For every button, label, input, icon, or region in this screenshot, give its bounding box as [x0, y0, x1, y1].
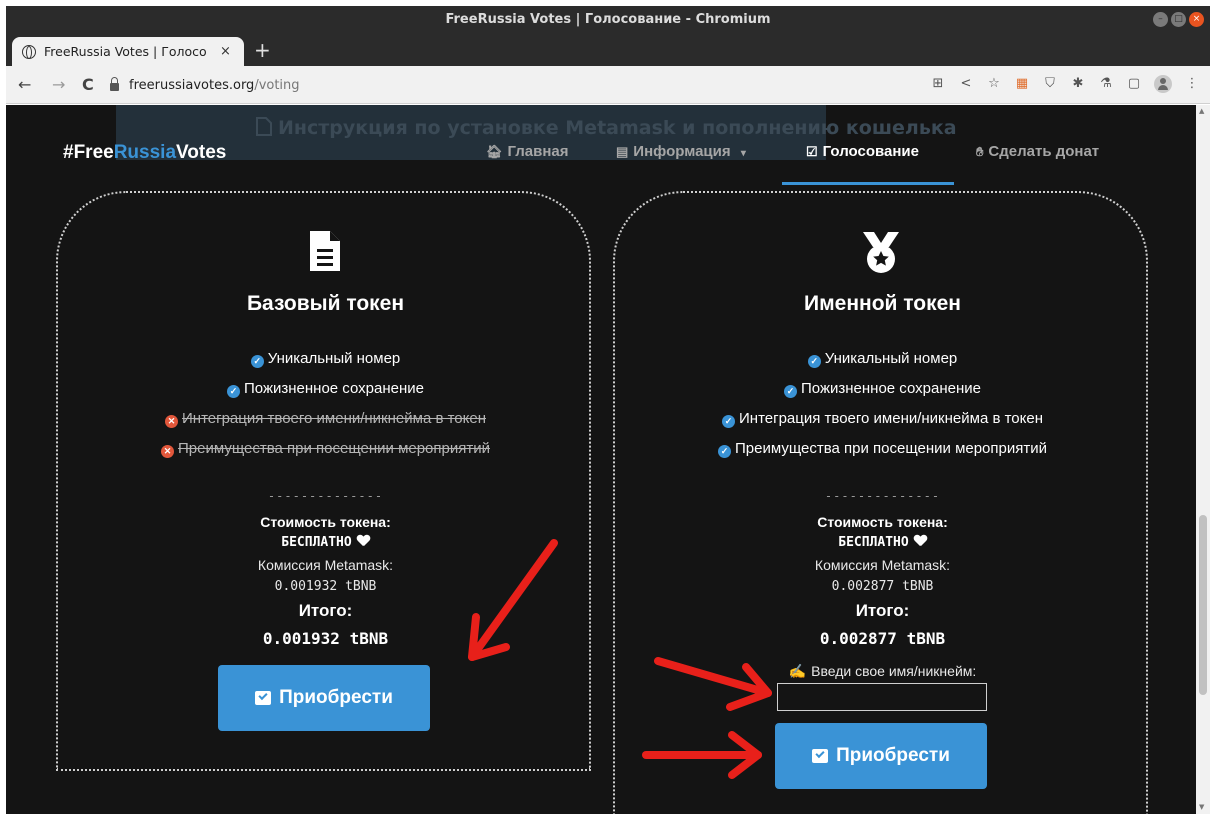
url-path: /voting	[254, 77, 300, 93]
red-arrow	[654, 657, 772, 711]
page-viewport: Инструкция по установке Metamask и попол…	[6, 105, 1196, 814]
minimize-button[interactable]: –	[1153, 12, 1168, 27]
window-title: FreeRussia Votes | Голосование - Chromiu…	[445, 12, 771, 27]
red-arrow	[468, 539, 558, 661]
back-button[interactable]: ←	[18, 75, 31, 94]
side-panel-icon[interactable]: ▢	[1126, 76, 1142, 92]
reload-button[interactable]: C	[82, 75, 94, 94]
page-scrollbar[interactable]: ▲ ▼	[1196, 105, 1210, 814]
window-controls: – □ ×	[1153, 12, 1204, 27]
profile-avatar-icon[interactable]	[1154, 75, 1172, 93]
browser-tab[interactable]: FreeRussia Votes | Голосо ×	[12, 37, 244, 66]
url-text: freerussiavotes.org/voting	[129, 78, 300, 93]
globe-icon	[22, 44, 36, 59]
window-titlebar: FreeRussia Votes | Голосование - Chromiu…	[6, 6, 1210, 34]
tab-close-icon[interactable]: ×	[220, 44, 231, 59]
scroll-up-icon[interactable]: ▲	[1199, 107, 1204, 115]
toolbar-icons: ⊞ < ☆ ▦ ⛉ ✱ ⚗ ▢ ⋮	[930, 75, 1200, 93]
maximize-button[interactable]: □	[1171, 12, 1186, 27]
annotation-arrows	[468, 539, 772, 779]
translate-icon[interactable]: ⊞	[930, 76, 946, 92]
browser-toolbar: ← → C freerussiavotes.org/voting ⊞ < ☆ ▦…	[6, 66, 1210, 104]
extension-shield-icon[interactable]: ⛉	[1042, 76, 1058, 92]
lab-flask-icon[interactable]: ⚗	[1098, 76, 1114, 92]
forward-button[interactable]: →	[52, 75, 65, 94]
extensions-puzzle-icon[interactable]: ✱	[1070, 76, 1086, 92]
close-window-button[interactable]: ×	[1189, 12, 1204, 27]
bookmark-star-icon[interactable]: ☆	[986, 76, 1002, 92]
scrollbar-thumb[interactable]	[1199, 515, 1207, 695]
tab-title: FreeRussia Votes | Голосо	[44, 44, 207, 59]
share-icon[interactable]: <	[958, 76, 974, 92]
menu-kebab-icon[interactable]: ⋮	[1184, 76, 1200, 92]
scroll-down-icon[interactable]: ▼	[1199, 803, 1204, 811]
new-tab-button[interactable]: +	[254, 38, 271, 62]
extension-orange-icon[interactable]: ▦	[1014, 76, 1030, 92]
red-arrow	[642, 731, 762, 779]
lock-icon	[110, 77, 119, 91]
address-bar[interactable]: freerussiavotes.org/voting	[110, 73, 810, 97]
tab-strip: FreeRussia Votes | Голосо × +	[6, 34, 1210, 66]
url-host: freerussiavotes.org	[129, 77, 255, 93]
